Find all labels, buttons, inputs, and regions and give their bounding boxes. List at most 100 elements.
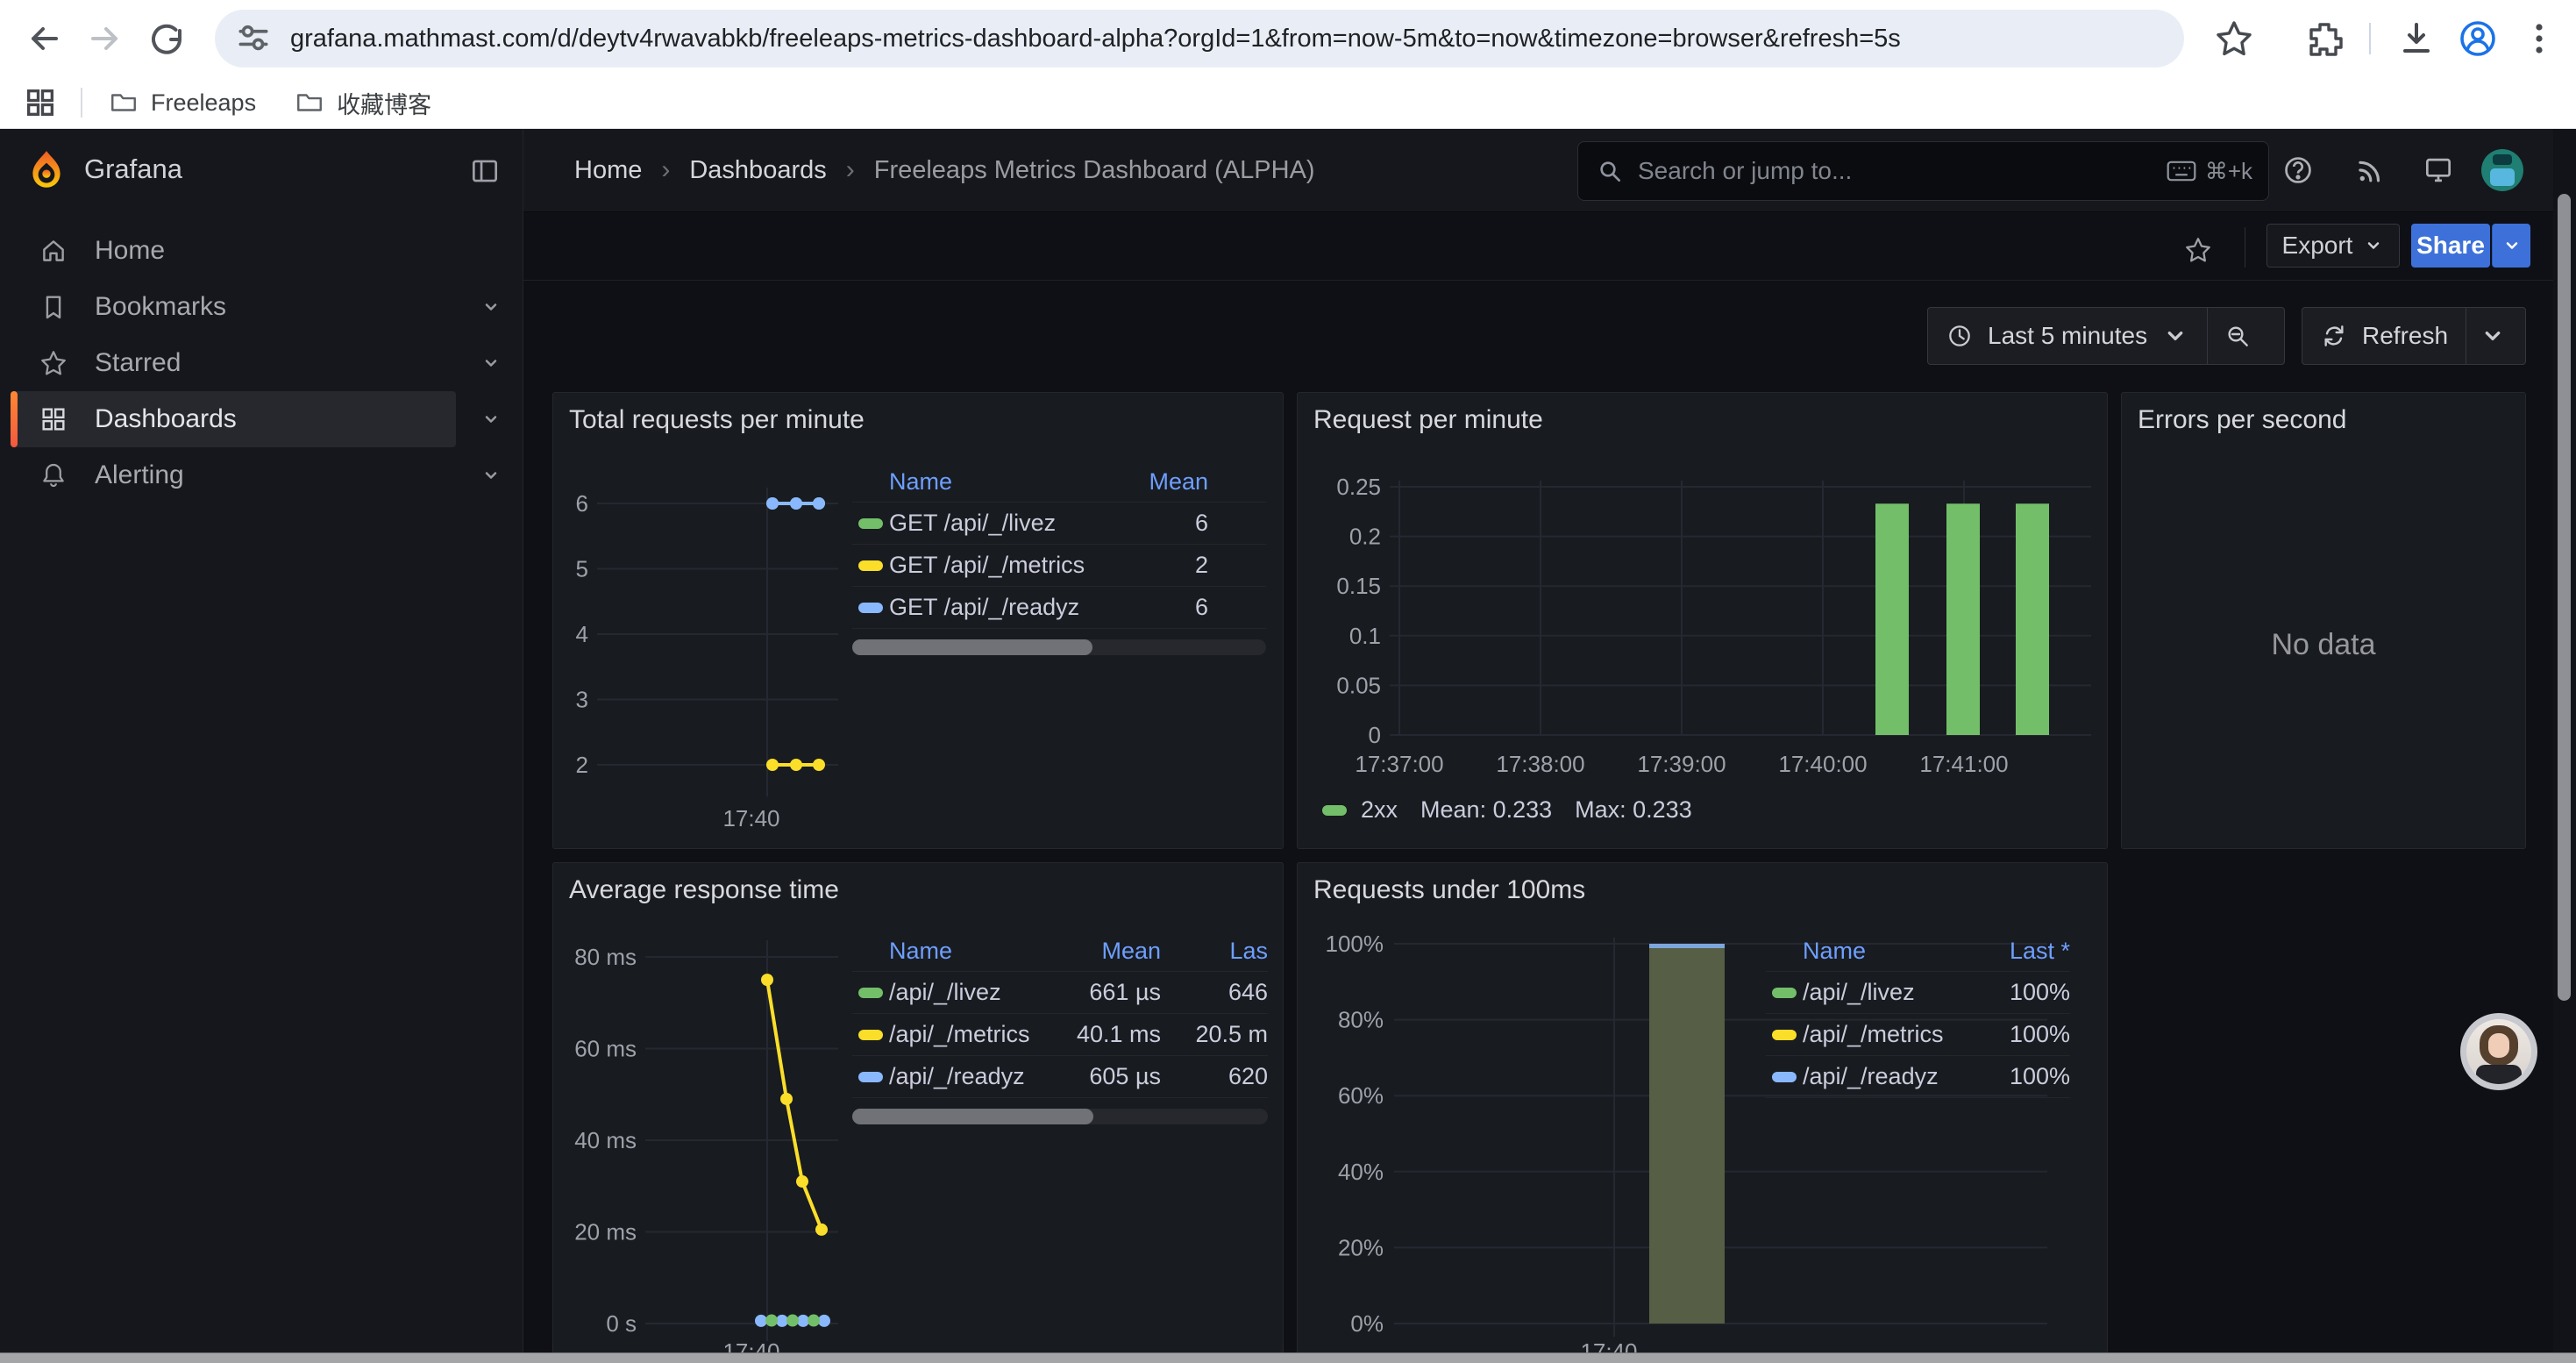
share-label: Share [2416,232,2485,260]
site-settings-icon[interactable] [234,19,273,58]
sidebar-item-starred[interactable]: Starred [0,335,523,391]
legend-scrollbar[interactable] [852,1109,1268,1124]
series-name[interactable]: GET /api/_/readyz [889,594,1112,621]
forward-icon[interactable] [84,18,126,60]
browser-toolbar [0,0,2576,77]
series-max: Max: 0.233 [1575,796,1692,824]
page-scrollbar-thumb[interactable] [2558,194,2571,1001]
export-button[interactable]: Export [2266,224,2400,268]
grafana-logo[interactable] [25,148,68,192]
refresh-button[interactable]: Refresh [2302,308,2466,364]
series-name[interactable]: /api/_/livez [889,979,1056,1006]
search-icon [1596,157,1624,185]
series-swatch [858,518,883,529]
browser-menu-icon[interactable] [2518,18,2560,60]
panel-title[interactable]: Requests under 100ms [1313,875,1585,905]
series-name[interactable]: /api/_/readyz [1803,1063,1978,1090]
chevron-down-icon[interactable] [480,409,502,430]
bar-chart[interactable]: 0.250.20.150.10.05017:37:0017:38:0017:39… [1298,393,2109,850]
bookmark-folder-freeleaps[interactable]: Freeleaps [109,88,256,118]
keyboard-icon [2167,160,2196,182]
series-name[interactable]: GET /api/_/metrics [889,552,1112,579]
url-bar[interactable] [215,10,2184,68]
series-swatch [858,560,883,571]
legend-row: GET /api/_/livez 6 [852,502,1266,544]
download-icon[interactable] [2395,18,2437,60]
time-range-picker[interactable]: Last 5 minutes [1928,308,2207,364]
series-name[interactable]: /api/_/metrics [1803,1021,1978,1048]
bookmark-star-icon[interactable] [2213,18,2255,60]
floating-assistant-avatar[interactable] [2460,1013,2537,1090]
panel-title[interactable]: Average response time [569,875,839,905]
favorite-star-icon[interactable] [2183,235,2213,265]
sidebar-item-home[interactable]: Home [0,223,523,279]
series-swatch [1772,988,1797,998]
bookmark-folder-blogs[interactable]: 收藏博客 [295,86,431,120]
svg-text:2: 2 [576,752,588,778]
search-shortcut: ⌘+k [2167,158,2252,185]
bookmark-label: Freeleaps [151,89,256,117]
profile-icon[interactable] [2457,18,2499,60]
panel-title[interactable]: Total requests per minute [569,405,865,435]
clock-icon [1946,322,1974,350]
zoom-out-button[interactable] [2208,308,2267,364]
panel-title[interactable]: Request per minute [1313,405,1543,435]
legend-col-last[interactable]: Last * [1978,938,2070,965]
svg-text:17:40: 17:40 [722,805,779,831]
sidebar-item-alerting[interactable]: Alerting [0,447,523,503]
legend-col-mean[interactable]: Mean [1112,468,1208,496]
legend-col-name[interactable]: Name [1803,938,1978,965]
avatar-image [2466,1019,2531,1084]
sidebar-toggle-icon[interactable] [468,154,502,188]
sidebar-item-dashboards[interactable]: Dashboards [0,391,523,447]
reload-icon[interactable] [146,18,188,60]
chevron-down-icon[interactable] [480,296,502,318]
refresh-interval-button[interactable] [2466,308,2519,364]
sidebar: Home Bookmarks Starred [0,211,523,1363]
series-name[interactable]: GET /api/_/livez [889,510,1112,537]
sidebar-item-label: Home [95,236,165,266]
series-name[interactable]: /api/_/metrics [889,1021,1056,1048]
breadcrumb-separator: › [661,155,670,185]
legend-item[interactable]: 2xx [1322,796,1398,824]
news-feed-icon[interactable] [2353,153,2387,187]
search-box[interactable]: ⌘+k [1577,141,2269,201]
series-name[interactable]: /api/_/readyz [889,1063,1056,1090]
svg-text:4: 4 [576,621,588,647]
share-button[interactable]: Share [2411,224,2490,268]
series-last: 100% [1978,1063,2070,1090]
legend-scrollbar[interactable] [852,639,1266,655]
legend-col-last[interactable]: Las [1161,938,1268,965]
legend-col-name[interactable]: Name [889,938,1056,965]
monitor-icon[interactable] [2422,153,2455,187]
grafana-app: Grafana Home › Dashboards › Freeleaps Me… [0,129,2576,1363]
panel-title[interactable]: Errors per second [2138,405,2346,435]
user-avatar[interactable] [2481,149,2523,191]
grafana-header: Grafana Home › Dashboards › Freeleaps Me… [0,129,2576,212]
legend-col-name[interactable]: Name [889,468,1112,496]
back-icon[interactable] [23,18,65,60]
window-bottom-edge [0,1352,2576,1363]
legend-row: /api/_/readyz 100% [1766,1055,2070,1098]
sidebar-item-bookmarks[interactable]: Bookmarks [0,279,523,335]
legend-row: /api/_/metrics 40.1 ms 20.5 m [852,1013,1268,1055]
breadcrumb-dashboards[interactable]: Dashboards [689,156,826,185]
svg-text:100%: 100% [1326,931,1384,957]
extensions-icon[interactable] [2304,18,2346,60]
bookmarks-separator [81,88,82,118]
no-data-message: No data [2122,628,2525,662]
help-icon[interactable] [2281,153,2315,187]
url-input[interactable] [288,24,2089,54]
legend-row: /api/_/livez 100% [1766,971,2070,1013]
legend-col-mean[interactable]: Mean [1056,938,1161,965]
breadcrumb: Home › Dashboards › Freeleaps Metrics Da… [574,129,1315,211]
search-input[interactable] [1636,156,2167,186]
series-mean: 661 µs [1056,979,1161,1006]
share-menu-button[interactable] [2492,224,2530,268]
chevron-down-icon[interactable] [480,465,502,486]
apps-grid-icon[interactable] [23,85,58,120]
series-name[interactable]: /api/_/livez [1803,979,1978,1006]
chevron-down-icon[interactable] [480,353,502,374]
breadcrumb-home[interactable]: Home [574,156,642,185]
chevron-down-icon [2363,235,2384,256]
